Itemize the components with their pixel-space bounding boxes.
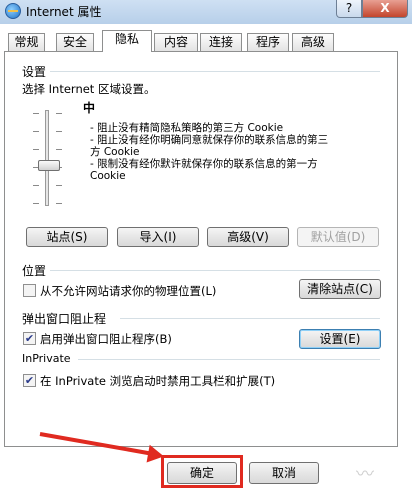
privacy-slider-thumb[interactable] [38, 160, 60, 171]
tab-programs[interactable]: 程序 [247, 33, 289, 51]
inprivate-group-label: InPrivate [22, 352, 71, 365]
settings-divider [50, 71, 380, 72]
watermark-logo: 〰 [356, 464, 374, 485]
window-title: Internet 属性 [26, 5, 102, 19]
inprivate-checkbox[interactable]: ✔ [23, 374, 36, 387]
slider-tick [33, 185, 39, 186]
privacy-level-name: 中 [83, 101, 96, 115]
default-button[interactable]: 默认值(D) [297, 227, 379, 247]
description-line: - 阻止没有经你明确同意就保存你的联系信息的第三 [90, 134, 329, 146]
slider-tick [33, 131, 39, 132]
slider-tick [56, 113, 62, 114]
description-line: 方 Cookie [90, 146, 140, 158]
popup-divider [120, 318, 380, 319]
popup-blocker-checkbox[interactable]: ✔ [23, 332, 36, 345]
location-divider [50, 270, 380, 271]
slider-tick [33, 113, 39, 114]
close-button[interactable]: X [362, 0, 408, 18]
slider-tick [56, 203, 62, 204]
help-button[interactable]: ? [336, 0, 362, 18]
privacy-slider-track[interactable] [45, 110, 49, 206]
slider-tick [56, 149, 62, 150]
popup-blocker-checkbox-label: 启用弹出窗口阻止程序(B) [40, 332, 172, 346]
popup-settings-button[interactable]: 设置(E) [299, 329, 381, 349]
privacy-description: - 阻止没有精简隐私策略的第三方 Cookie - 阻止没有经你明确同意就保存你… [90, 122, 380, 182]
tab-general[interactable]: 常规 [8, 33, 45, 51]
annotation-highlight-box [161, 455, 243, 488]
tab-privacy[interactable]: 隐私 [102, 30, 152, 52]
zone-prompt: 选择 Internet 区域设置。 [22, 82, 156, 96]
slider-tick [56, 131, 62, 132]
slider-tick [33, 203, 39, 204]
location-group-label: 位置 [22, 264, 47, 278]
advanced-button[interactable]: 高级(V) [207, 227, 289, 247]
internet-globe-icon [5, 3, 21, 19]
tab-connections[interactable]: 连接 [200, 33, 242, 51]
inprivate-divider [78, 359, 380, 360]
import-button[interactable]: 导入(I) [117, 227, 199, 247]
slider-tick [56, 185, 62, 186]
description-line: - 限制没有经你默许就保存你的联系信息的第一方 [90, 158, 318, 170]
location-checkbox[interactable] [23, 284, 36, 297]
tab-content[interactable]: 内容 [154, 33, 198, 51]
settings-group-label: 设置 [22, 65, 47, 79]
tab-security[interactable]: 安全 [56, 33, 94, 51]
clear-sites-button[interactable]: 清除站点(C) [299, 279, 381, 299]
inprivate-checkbox-label: 在 InPrivate 浏览启动时禁用工具栏和扩展(T) [40, 374, 276, 388]
location-checkbox-label: 从不允许网站请求你的物理位置(L) [40, 284, 217, 298]
description-line: - 阻止没有精简隐私策略的第三方 Cookie [90, 122, 284, 134]
title-bar: Internet 属性 ? X [0, 0, 412, 24]
tab-advanced[interactable]: 高级 [292, 33, 334, 51]
slider-tick [33, 149, 39, 150]
sites-button[interactable]: 站点(S) [26, 227, 108, 247]
description-line: Cookie [90, 170, 126, 182]
popup-group-label: 弹出窗口阻止程 [22, 312, 107, 326]
cancel-button[interactable]: 取消 [249, 462, 319, 484]
